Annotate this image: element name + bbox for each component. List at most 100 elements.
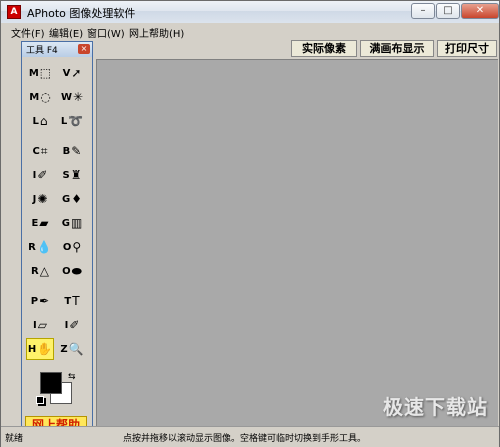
status-hint: 点按并拖移以滚动显示图像。空格键可临时切换到手形工具。 [123, 434, 367, 444]
toolbox-title: 工具 F4 [26, 46, 58, 56]
foreground-color-swatch[interactable] [40, 372, 62, 394]
tool-shortcut-letter: R [28, 241, 36, 253]
paint-bucket-icon: ♦ [71, 192, 82, 206]
healing-icon: ✺ [37, 192, 48, 206]
print-size-button[interactable]: 打印尺寸 [437, 40, 497, 57]
rect-marquee-icon: ⬚ [39, 66, 52, 80]
tool-shortcut-letter: O [62, 265, 71, 277]
zoom-icon: 🔍 [68, 342, 84, 356]
tool-shortcut-letter: B [62, 145, 71, 157]
image-canvas[interactable]: 极速下载站 [96, 59, 498, 426]
tool-shortcut-letter: I [64, 319, 69, 331]
tool-shortcut-letter: O [62, 241, 72, 253]
tool-button-dodge[interactable]: O ⚲ [58, 236, 86, 258]
menu-bar: 文件(F) 编辑(E) 窗口(W) 网上帮助(H) [1, 23, 499, 40]
blur-icon: 💧 [36, 240, 52, 254]
gradient-icon: ▥ [70, 216, 83, 230]
sharpen-icon: △ [39, 264, 49, 278]
pen-icon: ✒ [39, 294, 50, 308]
tool-button-crop[interactable]: C ⌗ [26, 140, 54, 162]
eyedropper-icon: ✐ [37, 168, 48, 182]
tool-shortcut-letter: I [33, 319, 37, 331]
view-buttons: 实际像素 满画布显示 打印尺寸 [96, 40, 497, 58]
tool-button-gradient[interactable]: G ▥ [58, 212, 86, 234]
menu-help[interactable]: 网上帮助(H) [129, 25, 184, 40]
tool-button-text[interactable]: TT [58, 290, 86, 312]
toolbox-panel: 工具 F4 × M ⬚ V ➚ M ◌ W ✳ L ⌂ L ➰ C ⌗ B ✎ I ✐ S ♜ J ✺ G ♦ E ▰ G ▥ R 💧 O ⚲… [21, 41, 93, 437]
hand-icon: ✋ [37, 342, 53, 356]
toolbox-close-icon[interactable]: × [78, 44, 90, 54]
tool-shortcut-letter: Z [60, 343, 68, 355]
dodge-icon: ⚲ [72, 240, 82, 254]
brush-icon: ✎ [71, 144, 82, 158]
color-swatches: ⇆ [32, 372, 82, 414]
tool-shortcut-letter: V [62, 67, 71, 79]
tool-button-paint-bucket[interactable]: G ♦ [58, 188, 86, 210]
tool-shortcut-letter: M [29, 91, 40, 103]
menu-window[interactable]: 窗口(W) [87, 25, 125, 40]
tool-button-move[interactable]: V ➚ [58, 62, 86, 84]
tool-button-lasso[interactable]: L ➰ [58, 110, 86, 132]
tool-shortcut-letter: E [31, 217, 39, 229]
minimize-button[interactable]: – [411, 3, 435, 19]
toolbox-titlebar[interactable]: 工具 F4 × [22, 42, 92, 57]
tool-shortcut-letter: M [28, 67, 39, 79]
tool-button-blur[interactable]: R 💧 [26, 236, 54, 258]
fit-canvas-button[interactable]: 满画布显示 [360, 40, 434, 57]
magic-wand-icon: ✳ [72, 90, 84, 104]
menu-edit[interactable]: 编辑(E) [49, 25, 83, 40]
swap-colors-icon[interactable]: ⇆ [68, 372, 76, 382]
tool-button-brush[interactable]: B ✎ [58, 140, 86, 162]
tool-button-polygon-lasso[interactable]: L ⌂ [26, 110, 54, 132]
stamp-icon: ♜ [70, 168, 82, 182]
tool-button-magic-wand[interactable]: W ✳ [58, 86, 86, 108]
app-window: A APhoto 图像处理软件 – □ ✕ 文件(F) 编辑(E) 窗口(W) … [0, 0, 500, 447]
tool-button-sponge[interactable]: O ⬬ [58, 260, 86, 282]
tool-button-eyedropper[interactable]: I ✐ [26, 164, 54, 186]
tool-button-measure[interactable]: I ▱ [26, 314, 54, 336]
menu-file[interactable]: 文件(F) [11, 25, 45, 40]
color-sampler-icon: ✐ [69, 318, 80, 332]
maximize-button[interactable]: □ [436, 3, 460, 19]
measure-icon: ▱ [37, 318, 47, 332]
tool-shortcut-letter: H [27, 343, 37, 355]
tool-button-hand[interactable]: H ✋ [26, 338, 54, 360]
tool-shortcut-letter: L [32, 115, 39, 127]
tool-shortcut-letter: I [32, 169, 37, 181]
move-icon: ➚ [71, 66, 82, 80]
tool-button-zoom[interactable]: Z 🔍 [58, 338, 86, 360]
title-bar: A APhoto 图像处理软件 – □ ✕ [1, 1, 499, 24]
app-icon: A [7, 5, 21, 19]
tool-shortcut-letter: W [60, 91, 72, 103]
tool-shortcut-letter: J [32, 193, 37, 205]
tool-button-color-sampler[interactable]: I ✐ [58, 314, 86, 336]
polygon-lasso-icon: ⌂ [39, 114, 48, 128]
crop-icon: ⌗ [40, 144, 48, 158]
tool-button-pen[interactable]: P ✒ [26, 290, 54, 312]
window-title: APhoto 图像处理软件 [27, 7, 136, 20]
tool-shortcut-letter: R [31, 265, 39, 277]
tool-shortcut-letter: P [30, 295, 39, 307]
tool-shortcut-letter: T [64, 295, 72, 307]
tool-button-rect-marquee[interactable]: M ⬚ [26, 62, 54, 84]
tool-button-stamp[interactable]: S ♜ [58, 164, 86, 186]
tool-shortcut-letter: L [60, 115, 68, 127]
tool-shortcut-letter: S [62, 169, 70, 181]
text-icon: T [72, 294, 80, 308]
tool-shortcut-letter: G [61, 217, 70, 229]
tool-shortcut-letter: G [62, 193, 71, 205]
ellipse-marquee-icon: ◌ [40, 90, 51, 104]
tool-button-eraser[interactable]: E ▰ [26, 212, 54, 234]
close-button[interactable]: ✕ [461, 3, 499, 19]
tool-button-ellipse-marquee[interactable]: M ◌ [26, 86, 54, 108]
status-bar: 就绪 点按并拖移以滚动显示图像。空格键可临时切换到手形工具。 [1, 426, 499, 447]
tool-shortcut-letter: C [32, 145, 40, 157]
default-colors-icon[interactable] [36, 396, 44, 404]
eraser-icon: ▰ [39, 216, 49, 230]
sponge-icon: ⬬ [71, 264, 82, 278]
watermark: 极速下载站 [383, 395, 488, 419]
tool-button-healing[interactable]: J ✺ [26, 188, 54, 210]
actual-pixels-button[interactable]: 实际像素 [291, 40, 357, 57]
lasso-icon: ➰ [68, 114, 84, 128]
tool-button-sharpen[interactable]: R △ [26, 260, 54, 282]
